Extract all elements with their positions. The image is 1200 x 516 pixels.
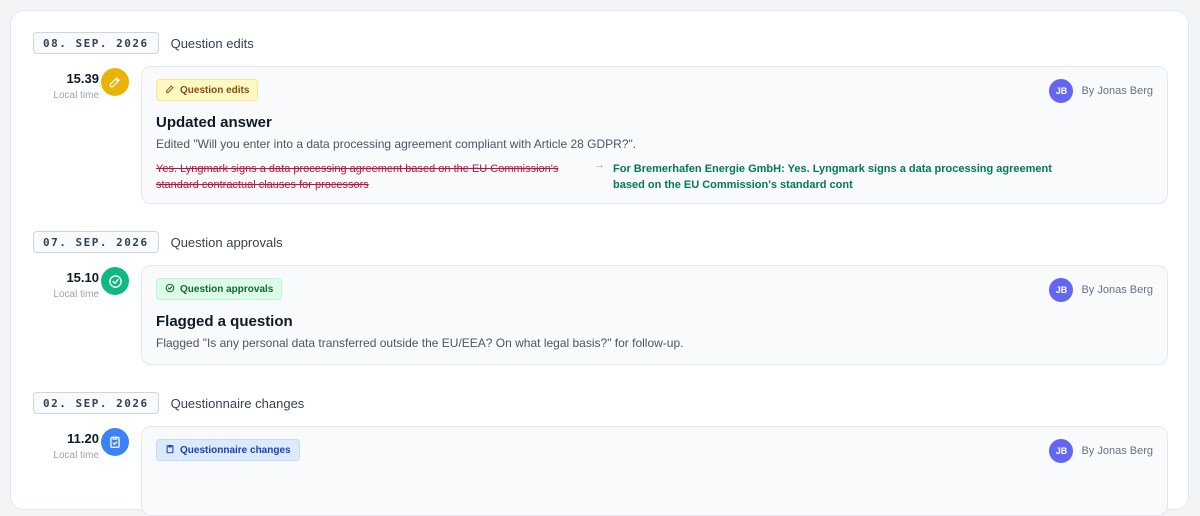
date-group-label: Questionnaire changes <box>170 395 305 411</box>
tag-label: Questionnaire changes <box>180 444 291 456</box>
tag-label: Question approvals <box>180 283 274 295</box>
event-time: 15.10 Local time <box>33 270 99 300</box>
activity-card[interactable]: Question edits JB By Jonas Berg Updated … <box>141 66 1168 204</box>
avatar: JB <box>1049 79 1074 103</box>
category-tag: Question approvals <box>156 278 283 300</box>
author: JB By Jonas Berg <box>1049 439 1153 463</box>
date-header: 02. SEP. 2026 Questionnaire changes <box>33 391 304 415</box>
pencil-icon <box>101 68 129 96</box>
activity-description: Edited "Will you enter into a data proce… <box>156 137 637 151</box>
date-header: 08. SEP. 2026 Question edits <box>33 31 254 55</box>
check-circle-icon <box>165 283 175 296</box>
arrow-right-icon: → <box>594 159 605 171</box>
clipboard-icon <box>101 428 129 456</box>
activity-description: Flagged "Is any personal data transferre… <box>156 336 684 350</box>
activity-timeline: 08. SEP. 2026 Question edits 15.39 Local… <box>10 10 1189 516</box>
date-group-label: Question approvals <box>170 234 283 250</box>
author-name: By Jonas Berg <box>1081 85 1153 97</box>
time-sublabel: Local time <box>53 289 99 300</box>
time-sublabel: Local time <box>53 90 99 101</box>
author-name: By Jonas Berg <box>1081 284 1153 296</box>
clipboard-icon <box>165 444 175 457</box>
event-time: 15.39 Local time <box>33 71 99 101</box>
activity-title: Flagged a question <box>156 313 293 330</box>
activity-card[interactable]: Questionnaire changes JB By Jonas Berg <box>141 426 1168 516</box>
date-chip: 07. SEP. 2026 <box>33 231 159 253</box>
event-time: 11.20 Local time <box>33 431 99 461</box>
activity-card[interactable]: Question approvals JB By Jonas Berg Flag… <box>141 265 1168 365</box>
date-chip: 02. SEP. 2026 <box>33 392 159 414</box>
time-value: 11.20 <box>67 431 99 446</box>
date-header: 07. SEP. 2026 Question approvals <box>33 230 283 254</box>
avatar: JB <box>1049 439 1074 463</box>
new-value: For Bremerhafen Energie GmbH: Yes. Lyngm… <box>613 163 1052 191</box>
pencil-icon <box>165 84 175 97</box>
time-value: 15.39 <box>66 71 99 86</box>
author: JB By Jonas Berg <box>1049 278 1153 302</box>
check-circle-icon <box>101 267 129 295</box>
category-tag: Questionnaire changes <box>156 439 300 461</box>
activity-title: Updated answer <box>156 114 272 131</box>
avatar: JB <box>1049 278 1074 302</box>
author: JB By Jonas Berg <box>1049 79 1153 103</box>
time-value: 15.10 <box>66 270 99 285</box>
old-value: Yes. Lyngmark signs a data processing ag… <box>156 163 559 191</box>
time-sublabel: Local time <box>53 450 99 461</box>
tag-label: Question edits <box>180 84 250 96</box>
date-group-label: Question edits <box>170 35 254 51</box>
author-name: By Jonas Berg <box>1081 445 1153 457</box>
category-tag: Question edits <box>156 79 259 101</box>
date-chip: 08. SEP. 2026 <box>33 32 159 54</box>
